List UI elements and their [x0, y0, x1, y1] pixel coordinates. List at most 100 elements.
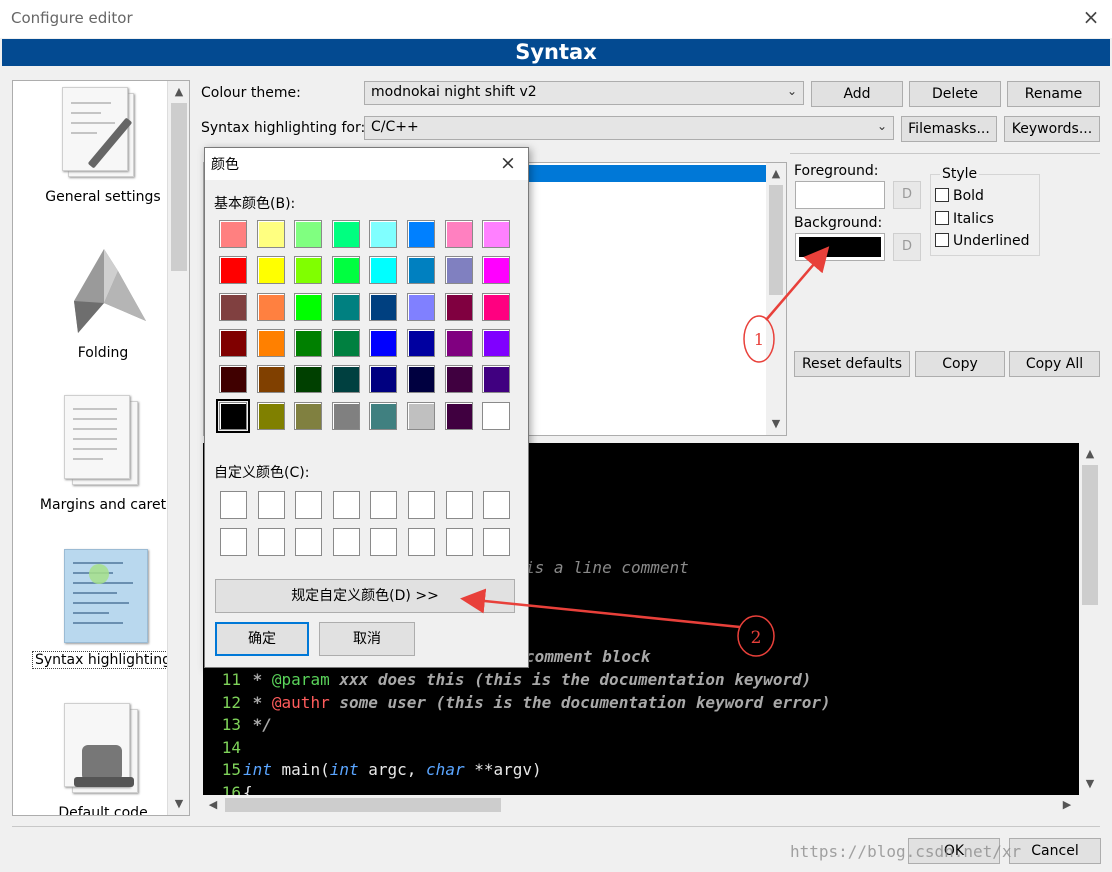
- custom-color-swatch[interactable]: [220, 528, 247, 556]
- basic-color-swatch[interactable]: [444, 328, 473, 357]
- basic-color-swatch[interactable]: [331, 401, 360, 430]
- scrollbar-thumb[interactable]: [225, 798, 501, 812]
- scroll-right-icon[interactable]: ▶: [1059, 798, 1075, 811]
- basic-color-swatch[interactable]: [219, 365, 247, 394]
- basic-color-swatch[interactable]: [294, 328, 323, 357]
- basic-color-swatch[interactable]: [407, 328, 435, 357]
- syntax-language-select[interactable]: C/C++ ⌄: [364, 116, 894, 140]
- custom-color-swatch[interactable]: [220, 491, 247, 519]
- sidebar-item-margins[interactable]: Margins and caret: [27, 393, 179, 513]
- basic-color-swatch[interactable]: [482, 401, 511, 430]
- basic-color-swatch[interactable]: [294, 256, 323, 285]
- basic-color-swatch[interactable]: [407, 365, 435, 394]
- basic-color-swatch[interactable]: [219, 220, 247, 248]
- filemasks-button[interactable]: Filemasks...: [901, 116, 997, 142]
- basic-color-swatch[interactable]: [256, 365, 285, 394]
- foreground-default-button[interactable]: D: [893, 181, 921, 209]
- basic-color-swatch[interactable]: [256, 220, 285, 248]
- checkbox-box[interactable]: [935, 188, 949, 202]
- sidebar-item-folding[interactable]: Folding: [27, 241, 179, 361]
- list-selection[interactable]: [524, 165, 766, 182]
- sidebar-item-default-code[interactable]: Default code: [27, 701, 179, 815]
- scrollbar-thumb[interactable]: [1082, 465, 1098, 605]
- basic-color-swatch[interactable]: [482, 220, 511, 248]
- custom-color-swatch[interactable]: [408, 491, 435, 519]
- background-default-button[interactable]: D: [893, 233, 921, 261]
- basic-color-swatch[interactable]: [294, 365, 323, 394]
- basic-color-swatch[interactable]: [444, 220, 473, 248]
- color-ok-button[interactable]: 确定: [215, 622, 309, 656]
- code-horizontal-scrollbar[interactable]: ◀ ▶: [203, 795, 1079, 815]
- basic-color-swatch[interactable]: [482, 292, 511, 321]
- scroll-down-icon[interactable]: ▼: [1082, 777, 1098, 790]
- basic-color-swatch[interactable]: [444, 292, 473, 321]
- scroll-left-icon[interactable]: ◀: [205, 798, 221, 811]
- custom-color-swatch[interactable]: [257, 491, 285, 519]
- basic-color-swatch[interactable]: [482, 328, 511, 357]
- basic-color-swatch[interactable]: [444, 256, 473, 285]
- custom-color-swatch[interactable]: [257, 528, 285, 556]
- sidebar-item-general-settings[interactable]: General settings: [27, 85, 179, 205]
- basic-color-swatch[interactable]: [407, 401, 435, 430]
- scroll-down-icon[interactable]: ▼: [768, 417, 784, 430]
- define-custom-colors-button[interactable]: 规定自定义颜色(D) >>: [215, 579, 515, 613]
- basic-color-swatch[interactable]: [331, 256, 360, 285]
- custom-color-swatch[interactable]: [332, 528, 360, 556]
- basic-color-swatch[interactable]: [219, 292, 247, 321]
- custom-color-swatch[interactable]: [445, 528, 473, 556]
- sidebar-scrollbar[interactable]: ▲ ▼: [167, 81, 189, 815]
- basic-color-swatch[interactable]: [369, 401, 398, 430]
- basic-color-swatch[interactable]: [294, 401, 323, 430]
- basic-color-swatch[interactable]: [369, 292, 398, 321]
- sidebar-item-syntax-highlighting[interactable]: Syntax highlighting: [27, 547, 179, 669]
- basic-color-swatch[interactable]: [444, 365, 473, 394]
- scroll-up-icon[interactable]: ▲: [768, 167, 784, 180]
- custom-color-swatch[interactable]: [408, 528, 435, 556]
- keywords-button[interactable]: Keywords...: [1004, 116, 1100, 142]
- bold-checkbox[interactable]: Bold: [935, 188, 984, 204]
- basic-color-swatch[interactable]: [294, 292, 323, 321]
- basic-color-swatch[interactable]: [407, 256, 435, 285]
- scroll-up-icon[interactable]: ▲: [1082, 447, 1098, 460]
- custom-color-swatch[interactable]: [370, 491, 398, 519]
- colour-theme-select[interactable]: modnokai night shift v2 ⌄: [364, 81, 804, 105]
- basic-color-swatch[interactable]: [331, 365, 360, 394]
- checkbox-box[interactable]: [935, 233, 949, 247]
- basic-color-swatch[interactable]: [219, 256, 247, 285]
- checkbox-box[interactable]: [935, 211, 949, 225]
- color-cancel-button[interactable]: 取消: [319, 622, 415, 656]
- close-icon[interactable]: ×: [497, 152, 519, 174]
- basic-color-swatch[interactable]: [482, 365, 511, 394]
- copy-button[interactable]: Copy: [915, 351, 1005, 377]
- basic-color-swatch[interactable]: [256, 256, 285, 285]
- code-vertical-scrollbar[interactable]: ▲ ▼: [1079, 443, 1101, 795]
- scroll-up-icon[interactable]: ▲: [171, 85, 187, 98]
- style-list-scrollbar[interactable]: ▲ ▼: [766, 163, 786, 435]
- reset-defaults-button[interactable]: Reset defaults: [794, 351, 910, 377]
- scroll-down-icon[interactable]: ▼: [171, 797, 187, 810]
- basic-color-swatch[interactable]: [256, 401, 285, 430]
- delete-theme-button[interactable]: Delete: [909, 81, 1001, 107]
- basic-color-swatch[interactable]: [294, 220, 323, 248]
- window-close-icon[interactable]: ×: [1080, 6, 1102, 28]
- italics-checkbox[interactable]: Italics: [935, 211, 994, 227]
- custom-color-swatch[interactable]: [295, 491, 323, 519]
- custom-color-swatch[interactable]: [445, 491, 473, 519]
- custom-color-swatch[interactable]: [332, 491, 360, 519]
- custom-color-swatch[interactable]: [483, 528, 511, 556]
- basic-color-swatch[interactable]: [219, 328, 247, 357]
- basic-color-swatch[interactable]: [331, 328, 360, 357]
- custom-color-swatch[interactable]: [370, 528, 398, 556]
- basic-color-swatch[interactable]: [407, 292, 435, 321]
- copy-all-button[interactable]: Copy All: [1009, 351, 1100, 377]
- underlined-checkbox[interactable]: Underlined: [935, 233, 1030, 249]
- custom-color-swatch[interactable]: [295, 528, 323, 556]
- basic-color-swatch[interactable]: [216, 398, 250, 433]
- basic-color-swatch[interactable]: [407, 220, 435, 248]
- foreground-color-picker[interactable]: [795, 181, 885, 209]
- basic-color-swatch[interactable]: [482, 256, 511, 285]
- background-color-picker[interactable]: [795, 233, 885, 261]
- basic-color-swatch[interactable]: [331, 292, 360, 321]
- custom-color-swatch[interactable]: [483, 491, 511, 519]
- scrollbar-thumb[interactable]: [171, 103, 187, 271]
